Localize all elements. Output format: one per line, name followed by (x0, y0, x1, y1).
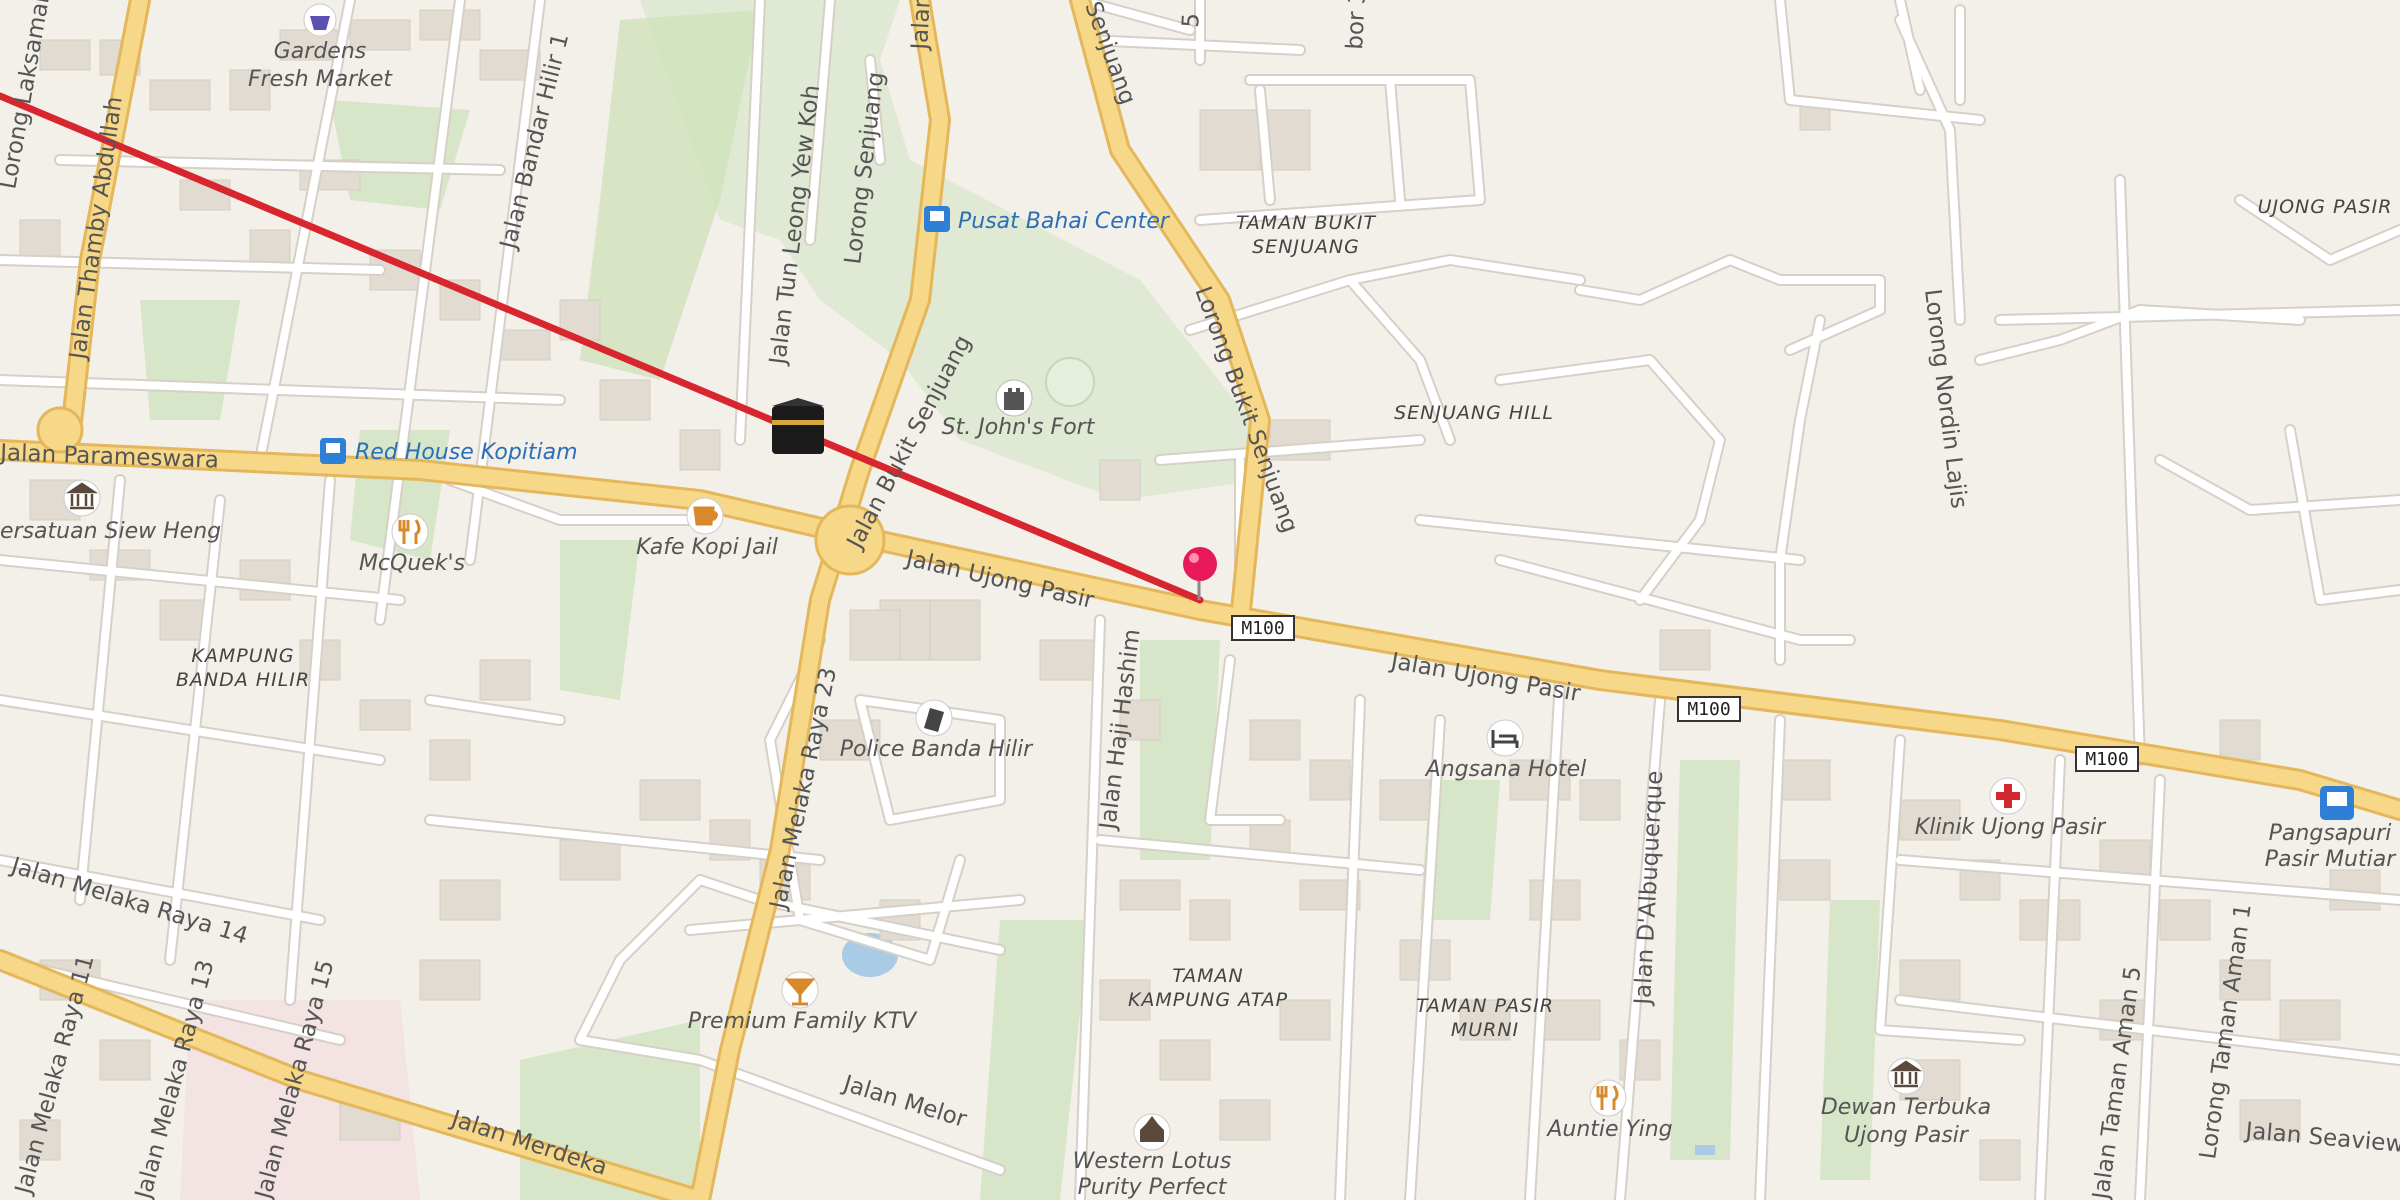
svg-text:Ujong Pasir: Ujong Pasir (1844, 1123, 1970, 1148)
svg-text:Klinik Ujong Pasir: Klinik Ujong Pasir (1915, 815, 2107, 840)
label-kampung-banda-hilir-2: BANDA HILIR (176, 669, 310, 691)
svg-text:Purity Perfect: Purity Perfect (1078, 1175, 1228, 1200)
label-taman-kampung-atap-2: KAMPUNG ATAP (1128, 989, 1288, 1011)
svg-text:Pangsapuri: Pangsapuri (2269, 821, 2392, 846)
label-bor-3: bor 3 (1342, 0, 1371, 50)
svg-text:Pusat Bahai Center: Pusat Bahai Center (958, 209, 1171, 234)
label-kampung-banda-hilir-1: KAMPUNG (191, 645, 294, 667)
map-canvas[interactable]: Jalan Parameswara Jalan Thamby Abdullah … (0, 0, 2400, 1200)
svg-text:Auntie Ying: Auntie Ying (1545, 1117, 1672, 1142)
label-senjuang-hill: SENJUANG HILL (1394, 402, 1554, 424)
kaaba-icon (772, 406, 824, 454)
svg-text:Fresh Market: Fresh Market (248, 67, 393, 92)
svg-text:Angsana Hotel: Angsana Hotel (1424, 757, 1587, 782)
svg-text:St. John's Fort: St. John's Fort (942, 415, 1096, 440)
svg-text:McQuek's: McQuek's (359, 551, 465, 576)
svg-text:M100: M100 (1687, 699, 1730, 720)
svg-text:ersatuan Siew Heng: ersatuan Siew Heng (0, 519, 221, 544)
fort-ground (1045, 357, 1095, 407)
svg-text:Western Lotus: Western Lotus (1073, 1149, 1232, 1174)
svg-text:Kafe Kopi Jail: Kafe Kopi Jail (636, 535, 778, 560)
label-jalan-top: Jalan (907, 0, 936, 52)
m100-shield-2: M100 (1677, 696, 1741, 722)
label-ujong-pasir: UJONG PASIR (2258, 196, 2393, 218)
label-taman-pasir-murni-1: TAMAN PASIR (1416, 995, 1554, 1017)
m100-shield-3: M100 (2075, 746, 2139, 772)
label-taman-bukit-senjuang-1: TAMAN BUKIT (1236, 212, 1377, 234)
label-taman-pasir-murni-2: MURNI (1451, 1019, 1519, 1041)
svg-text:Red House Kopitiam: Red House Kopitiam (355, 440, 578, 465)
svg-text:Pasir Mutiar: Pasir Mutiar (2265, 847, 2398, 872)
svg-text:Gardens: Gardens (274, 39, 366, 64)
poi-kaaba[interactable] (772, 398, 824, 454)
poi-pusat-bahai-center[interactable]: Pusat Bahai Center (924, 206, 1171, 234)
svg-text:M100: M100 (1241, 618, 1284, 639)
svg-text:Premium Family KTV: Premium Family KTV (688, 1009, 918, 1034)
svg-text:M100: M100 (2085, 749, 2128, 770)
poi-red-house-kopitiam[interactable]: Red House Kopitiam (320, 438, 578, 465)
m100-shield-1: M100 (1231, 615, 1295, 641)
label-taman-bukit-senjuang-2: SENJUANG (1252, 236, 1360, 258)
label-s5: 5 (1178, 12, 1205, 28)
svg-text:Police Banda Hilir: Police Banda Hilir (840, 737, 1034, 762)
svg-text:Dewan Terbuka: Dewan Terbuka (1821, 1095, 1991, 1120)
label-taman-kampung-atap-1: TAMAN (1172, 965, 1243, 987)
